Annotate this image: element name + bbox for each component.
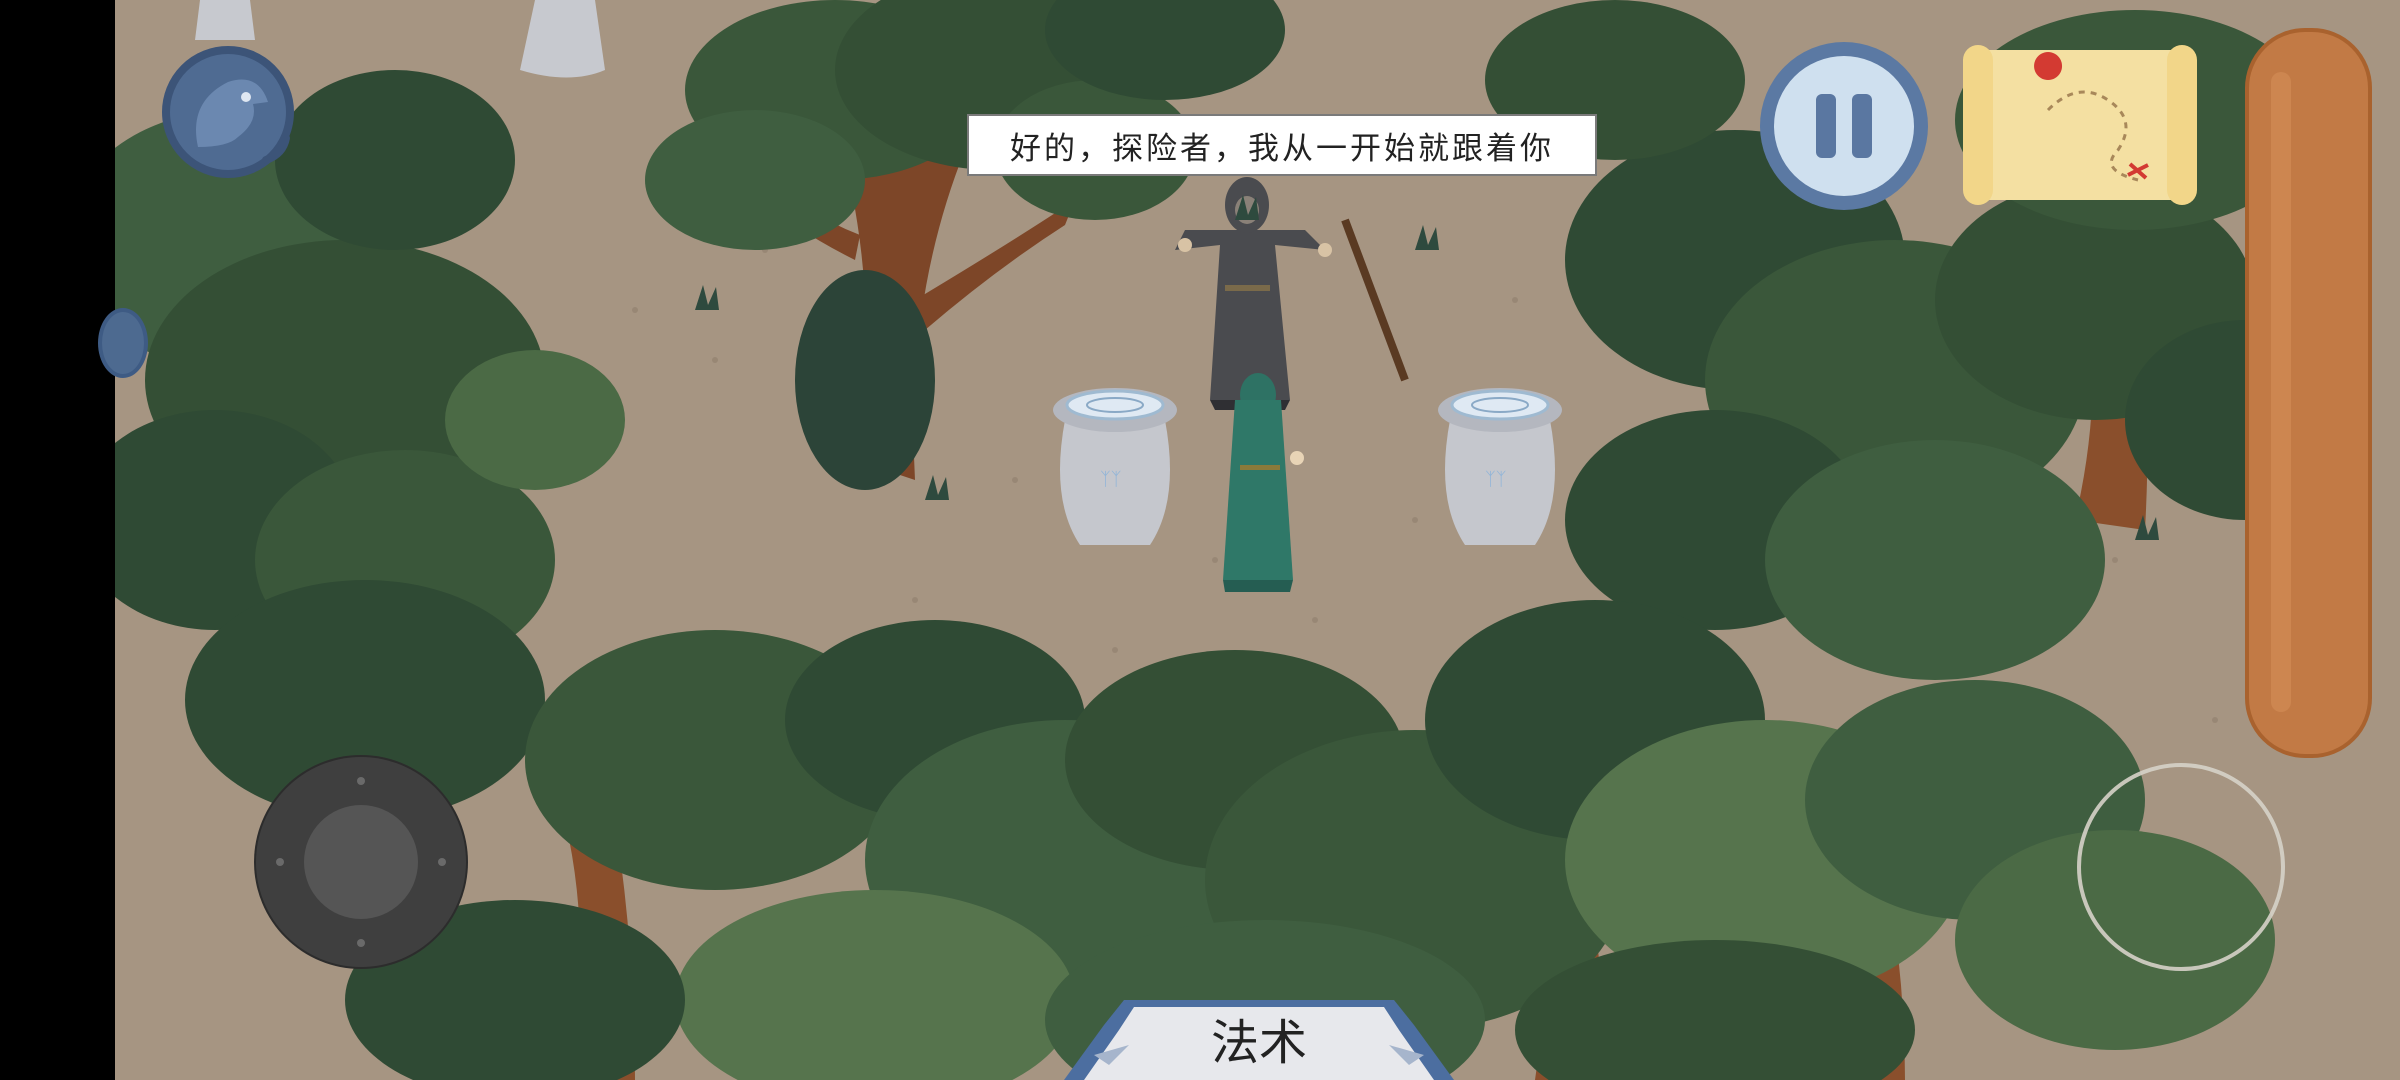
pause-button[interactable] — [1760, 42, 1928, 210]
screen-left-black-bar — [0, 0, 115, 1080]
joystick-dot-left — [276, 858, 284, 866]
dark-shrub — [795, 270, 935, 490]
dialog-text: 好的，探险者，我从一开始就跟着你 — [1010, 130, 1554, 167]
spell-tab-label: 法术 — [1210, 1015, 1307, 1071]
game-screen: ᛉᛉ ᛉᛉ 好的，探险者，我从一开始就跟着你 法术 — [0, 0, 2400, 1080]
treasure-map-icon — [1963, 45, 2197, 205]
avatar-button[interactable] — [158, 42, 298, 182]
svg-text:ᛉᛉ: ᛉᛉ — [1100, 469, 1122, 490]
joystick-dot-down — [357, 939, 365, 947]
bird-portrait-icon — [162, 46, 294, 178]
map-button[interactable] — [1958, 40, 2202, 210]
player-character — [1223, 373, 1304, 592]
pause-bar-right — [1852, 94, 1872, 158]
joystick-knob[interactable] — [304, 805, 418, 919]
pause-icon — [1774, 56, 1914, 196]
dialog-box: 好的，探险者，我从一开始就跟着你 — [967, 114, 1597, 176]
virtual-joystick[interactable] — [256, 757, 466, 967]
altar-left: ᛉᛉ — [1053, 388, 1177, 545]
panel-highlight — [2271, 72, 2291, 712]
joystick-dot-up — [357, 777, 365, 785]
action-button[interactable] — [2077, 763, 2285, 971]
svg-text:ᛉᛉ: ᛉᛉ — [1485, 469, 1507, 490]
joystick-dot-right — [438, 858, 446, 866]
right-forest — [1485, 0, 2365, 680]
side-inventory-panel[interactable] — [2245, 28, 2372, 758]
altar-right: ᛉᛉ — [1438, 388, 1562, 545]
dark-wizard — [1175, 177, 1409, 410]
pause-bar-left — [1816, 94, 1836, 158]
side-edge-badge[interactable] — [98, 308, 148, 378]
spell-tab[interactable]: 法术 — [1054, 995, 1464, 1080]
